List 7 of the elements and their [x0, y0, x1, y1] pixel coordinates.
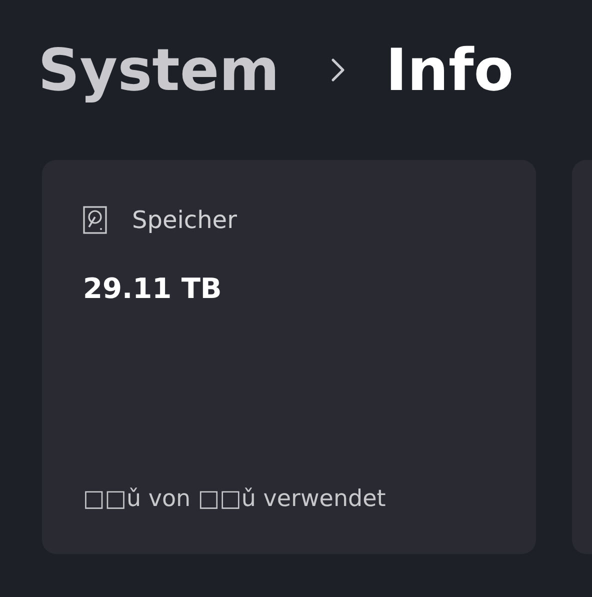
- card-title: Speicher: [132, 206, 237, 234]
- usage-text: □□ǔ von □□ǔ verwendet: [83, 486, 387, 512]
- page-title: Info: [386, 35, 514, 106]
- storage-value: 29.11 TB: [83, 272, 223, 305]
- chevron-icon: [330, 57, 346, 83]
- hard-drive-icon: [83, 206, 107, 234]
- breadcrumb-link[interactable]: System: [38, 34, 280, 106]
